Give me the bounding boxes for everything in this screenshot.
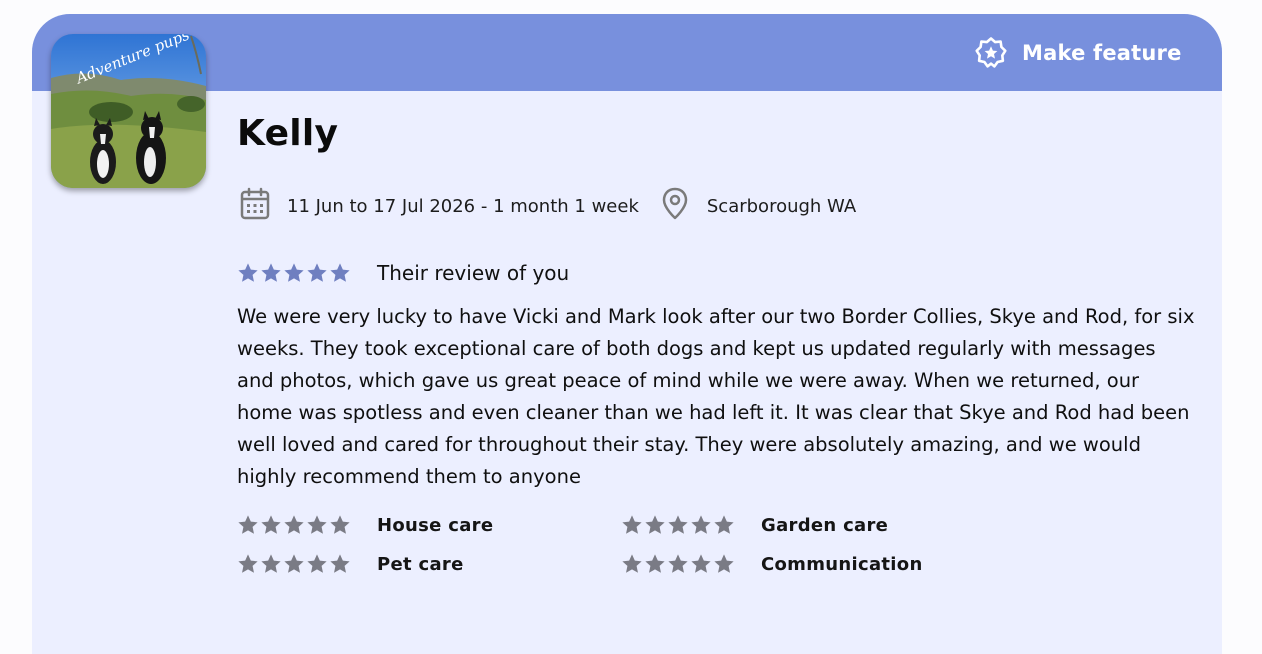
review-card: Make feature Adventure pups Kelly 11 Jun… xyxy=(32,14,1222,654)
reviewer-name: Kelly xyxy=(237,113,339,154)
star-icon xyxy=(284,263,304,282)
make-feature-button[interactable]: Make feature xyxy=(974,34,1182,72)
review-heading: Their review of you xyxy=(377,261,570,285)
star-icon xyxy=(307,554,327,573)
star-icon xyxy=(714,515,734,534)
card-header: Make feature xyxy=(32,14,1222,91)
communication-stars xyxy=(621,553,736,575)
communication-label: Communication xyxy=(761,553,923,575)
star-icon xyxy=(284,515,304,534)
house-care-label: House care xyxy=(377,514,494,536)
calendar-icon xyxy=(239,187,271,226)
make-feature-label: Make feature xyxy=(1022,41,1182,65)
star-icon xyxy=(645,515,665,534)
star-icon xyxy=(714,554,734,573)
star-icon xyxy=(691,515,711,534)
review-heading-row: Their review of you xyxy=(237,259,569,287)
star-icon xyxy=(622,554,642,573)
badge-star-icon xyxy=(974,36,1008,70)
location-pin-icon xyxy=(661,187,689,226)
star-icon xyxy=(691,554,711,573)
garden-care-label: Garden care xyxy=(761,514,889,536)
pet-care-stars xyxy=(237,553,352,575)
star-icon xyxy=(668,515,688,534)
star-icon xyxy=(261,515,281,534)
star-icon xyxy=(238,263,258,282)
rating-pet-care: Pet care xyxy=(237,550,464,578)
pet-care-label: Pet care xyxy=(377,553,464,575)
star-icon xyxy=(284,554,304,573)
avatar: Adventure pups xyxy=(51,34,206,188)
stay-meta: 11 Jun to 17 Jul 2026 - 1 month 1 week S… xyxy=(239,187,857,226)
star-icon xyxy=(330,554,350,573)
rating-garden-care: Garden care xyxy=(621,511,888,539)
star-icon xyxy=(330,263,350,282)
star-icon xyxy=(307,515,327,534)
star-icon xyxy=(261,554,281,573)
star-icon xyxy=(261,263,281,282)
star-icon xyxy=(238,554,258,573)
star-icon xyxy=(668,554,688,573)
star-icon xyxy=(307,263,327,282)
rating-house-care: House care xyxy=(237,511,493,539)
review-stars xyxy=(237,262,352,284)
stay-dates: 11 Jun to 17 Jul 2026 - 1 month 1 week xyxy=(287,195,639,217)
garden-care-stars xyxy=(621,514,736,536)
star-icon xyxy=(645,554,665,573)
star-icon xyxy=(238,515,258,534)
star-icon xyxy=(330,515,350,534)
stay-location: Scarborough WA xyxy=(706,195,857,217)
house-care-stars xyxy=(237,514,352,536)
rating-communication: Communication xyxy=(621,550,923,578)
review-text: We were very lucky to have Vicki and Mar… xyxy=(237,305,1195,488)
star-icon xyxy=(622,515,642,534)
